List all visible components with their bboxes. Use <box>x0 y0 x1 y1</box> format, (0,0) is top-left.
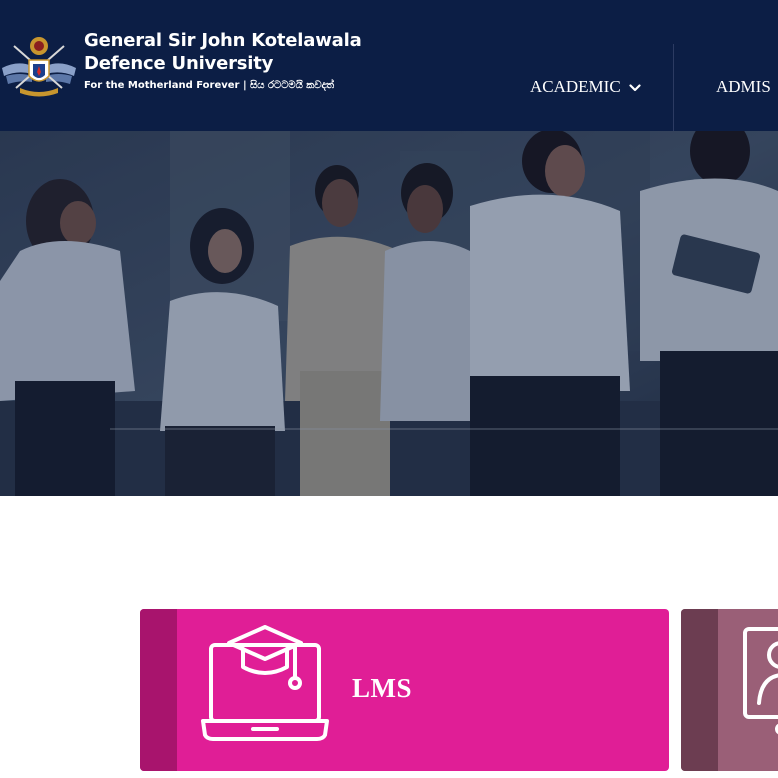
lms-card-stripe <box>140 609 177 771</box>
lms-card-label: LMS <box>352 673 413 703</box>
lms-card[interactable]: LMS <box>140 609 669 771</box>
portal-card-stripe <box>681 609 718 771</box>
crest-icon <box>2 37 76 97</box>
hero-banner <box>0 131 778 496</box>
nav-divider <box>673 44 674 131</box>
nav-item-admissions[interactable]: ADMIS <box>716 77 771 97</box>
nav-item-academic[interactable]: ACADEMIC <box>530 77 641 98</box>
hero-photo <box>0 131 778 496</box>
university-tagline: For the Motherland Forever | සිය රටටමයි … <box>84 80 335 91</box>
university-logo[interactable]: General Sir John Kotelawala Defence Univ… <box>0 26 362 102</box>
portal-user-icon <box>743 627 778 735</box>
university-name-line2: Defence University <box>84 53 274 74</box>
portal-card[interactable] <box>681 609 778 771</box>
site-header: General Sir John Kotelawala Defence Univ… <box>0 0 778 131</box>
university-name-line1: General Sir John Kotelawala <box>84 30 362 51</box>
nav-item-academic-label: ACADEMIC <box>530 77 621 96</box>
chevron-down-icon <box>629 78 641 98</box>
laptop-graduation-cap-icon <box>201 625 329 741</box>
